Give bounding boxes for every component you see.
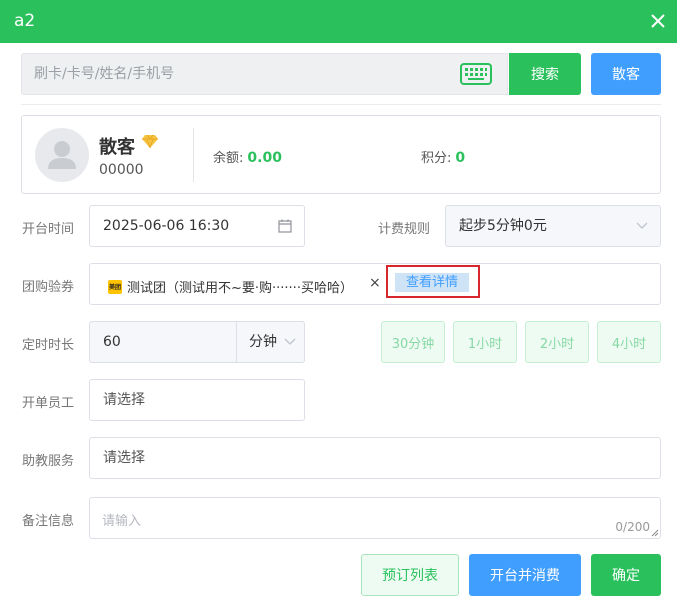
calendar-icon bbox=[278, 219, 292, 233]
timer-unit-value: 分钟 bbox=[249, 334, 277, 350]
balance-label: 余额: bbox=[213, 151, 244, 166]
search-button[interactable]: 搜索 bbox=[509, 53, 581, 95]
balance-value: 0.00 bbox=[247, 150, 282, 166]
open-and-consume-button[interactable]: 开台并消费 bbox=[469, 554, 581, 596]
diamond-icon bbox=[142, 134, 158, 148]
quick-time-2h[interactable]: 2小时 bbox=[525, 321, 589, 363]
timer-field[interactable]: 60 分钟 bbox=[89, 321, 305, 363]
balance: 余额: 0.00 bbox=[213, 147, 282, 166]
resize-handle-icon[interactable] bbox=[651, 529, 659, 537]
quick-time-4h[interactable]: 4小时 bbox=[597, 321, 661, 363]
points-value: 0 bbox=[455, 150, 466, 166]
chevron-down-icon bbox=[636, 222, 648, 229]
confirm-button[interactable]: 确定 bbox=[591, 554, 661, 596]
member-name: 散客 bbox=[99, 137, 135, 158]
member-card-no: 00000 bbox=[99, 162, 144, 178]
staff-placeholder: 请选择 bbox=[103, 392, 145, 408]
timer-label: 定时时长 bbox=[22, 338, 75, 353]
billing-rule-select[interactable]: 起步5分钟0元 bbox=[445, 205, 661, 247]
user-icon bbox=[48, 141, 76, 169]
group-coupon-label: 团购验券 bbox=[22, 280, 75, 295]
staff-label: 开单员工 bbox=[22, 396, 75, 411]
chevron-down-icon bbox=[284, 338, 296, 345]
card-separator bbox=[193, 128, 194, 182]
remark-input[interactable] bbox=[90, 498, 660, 538]
reserve-list-button[interactable]: 预订列表 bbox=[361, 554, 459, 596]
remark-label: 备注信息 bbox=[22, 514, 75, 529]
avatar bbox=[35, 128, 89, 182]
open-time-value: 2025-06-06 16:30 bbox=[103, 218, 230, 234]
view-detail-button[interactable]: 查看详情 bbox=[395, 273, 469, 292]
coupon-text: 测试团（测试用不~要·购·······买哈哈） bbox=[127, 281, 353, 296]
points-label: 积分: bbox=[421, 151, 452, 166]
remark-field: 0/200 bbox=[89, 497, 661, 539]
coupon-remove-button[interactable]: × bbox=[369, 275, 381, 291]
search-input[interactable] bbox=[22, 54, 452, 94]
divider bbox=[21, 104, 661, 105]
keyboard-icon[interactable] bbox=[460, 63, 492, 85]
quick-time-30min[interactable]: 30分钟 bbox=[381, 321, 445, 363]
billing-rule-label: 计费规则 bbox=[378, 222, 431, 237]
remark-counter: 0/200 bbox=[615, 520, 650, 534]
coupon-tag: 美团 测试团（测试用不~要·购·······买哈哈） bbox=[108, 277, 353, 296]
quick-time-1h[interactable]: 1小时 bbox=[453, 321, 517, 363]
timer-unit-select[interactable]: 分钟 bbox=[236, 322, 304, 362]
points: 积分: 0 bbox=[421, 147, 465, 166]
assist-select[interactable]: 请选择 bbox=[89, 437, 661, 479]
billing-rule-value: 起步5分钟0元 bbox=[459, 218, 547, 234]
staff-select[interactable]: 请选择 bbox=[89, 379, 305, 421]
view-detail-highlight: 查看详情 bbox=[386, 265, 480, 298]
assist-placeholder: 请选择 bbox=[103, 450, 145, 466]
group-coupon-field[interactable]: 美团 测试团（测试用不~要·购·······买哈哈） × 查看详情 bbox=[89, 263, 661, 305]
dialog-titlebar: a2 bbox=[0, 0, 677, 43]
close-icon[interactable] bbox=[649, 12, 667, 30]
search-box bbox=[21, 53, 508, 95]
member-card: 散客 00000 余额: 0.00 积分: 0 bbox=[21, 115, 661, 194]
open-time-picker[interactable]: 2025-06-06 16:30 bbox=[89, 205, 305, 247]
meituan-logo-icon: 美团 bbox=[108, 279, 122, 294]
open-time-label: 开台时间 bbox=[22, 222, 75, 237]
dialog-title: a2 bbox=[14, 11, 36, 31]
assist-label: 助教服务 bbox=[22, 454, 75, 469]
timer-value: 60 bbox=[103, 334, 121, 350]
walkin-button[interactable]: 散客 bbox=[591, 53, 661, 95]
